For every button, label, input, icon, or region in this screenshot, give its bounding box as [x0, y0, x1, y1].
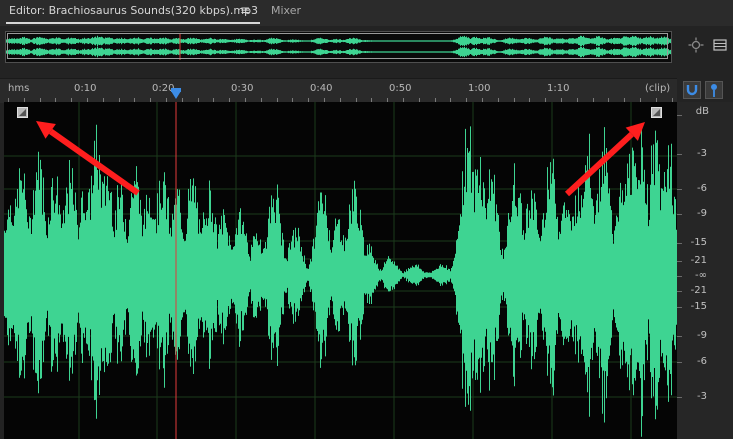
- ruler-time-label: 1:10: [547, 83, 570, 94]
- db-unit-label: dB: [695, 106, 709, 117]
- db-label: -3: [697, 391, 707, 402]
- db-tick: [677, 362, 682, 363]
- db-tick: [677, 261, 682, 262]
- db-label: -15: [690, 301, 707, 312]
- db-label: -∞: [695, 270, 707, 281]
- tab-editor[interactable]: Editor: Brachiosaurus Sounds(320 kbps).m…: [9, 4, 258, 17]
- snap-magnet-icon[interactable]: [683, 81, 701, 99]
- ruler-time-label: 0:10: [74, 83, 97, 94]
- playhead-marker-icon[interactable]: [171, 91, 181, 99]
- active-tab-indicator: [6, 22, 260, 24]
- annotation-arrow-icon: [36, 121, 140, 196]
- tab-bar: Editor: Brachiosaurus Sounds(320 kbps).m…: [0, 0, 733, 26]
- db-label: -21: [690, 255, 707, 266]
- waveform-canvas: [4, 102, 677, 439]
- ruler-time-label: 0:50: [389, 83, 412, 94]
- menu-icon[interactable]: ≡: [240, 3, 250, 17]
- marker-pin-icon[interactable]: [705, 81, 723, 99]
- db-tick: [677, 336, 682, 337]
- ruler-time-label: 1:00: [468, 83, 491, 94]
- ruler-clip-label: (clip): [645, 83, 671, 94]
- waveform-overview[interactable]: [5, 31, 672, 63]
- db-label: -21: [690, 285, 707, 296]
- db-label: -3: [697, 148, 707, 159]
- zoom-navigator-icon[interactable]: [688, 37, 704, 53]
- db-tick: [677, 214, 682, 215]
- db-tick: [677, 397, 682, 398]
- db-label: -15: [690, 237, 707, 248]
- db-label: -9: [697, 208, 707, 219]
- tab-mixer[interactable]: Mixer: [271, 4, 301, 17]
- db-label: -6: [697, 356, 707, 367]
- overview-visible-range[interactable]: [7, 33, 668, 59]
- amplitude-scale: dB -3 -6 -9 -15 -21 -∞ -21 -15 -9 -6 -3: [677, 102, 733, 439]
- db-tick: [677, 189, 682, 190]
- panel-menu-icon[interactable]: [713, 38, 727, 52]
- db-tick: [677, 243, 682, 244]
- db-tick: [677, 276, 682, 277]
- fade-out-handle-icon[interactable]: [651, 107, 662, 118]
- db-tick: [677, 291, 682, 292]
- waveform-display[interactable]: [4, 102, 677, 439]
- ruler-format-label[interactable]: hms: [8, 83, 29, 94]
- db-tick: [677, 115, 682, 116]
- db-tick: [677, 307, 682, 308]
- fade-in-handle-icon[interactable]: [17, 107, 28, 118]
- db-label: -6: [697, 183, 707, 194]
- ruler-time-label: 0:40: [310, 83, 333, 94]
- db-tick: [677, 154, 682, 155]
- time-ruler[interactable]: hms 0:10 0:20 0:30 0:40 0:50 1:00 1:10 (…: [0, 78, 677, 103]
- ruler-time-label: 0:30: [231, 83, 254, 94]
- db-label: -9: [697, 330, 707, 341]
